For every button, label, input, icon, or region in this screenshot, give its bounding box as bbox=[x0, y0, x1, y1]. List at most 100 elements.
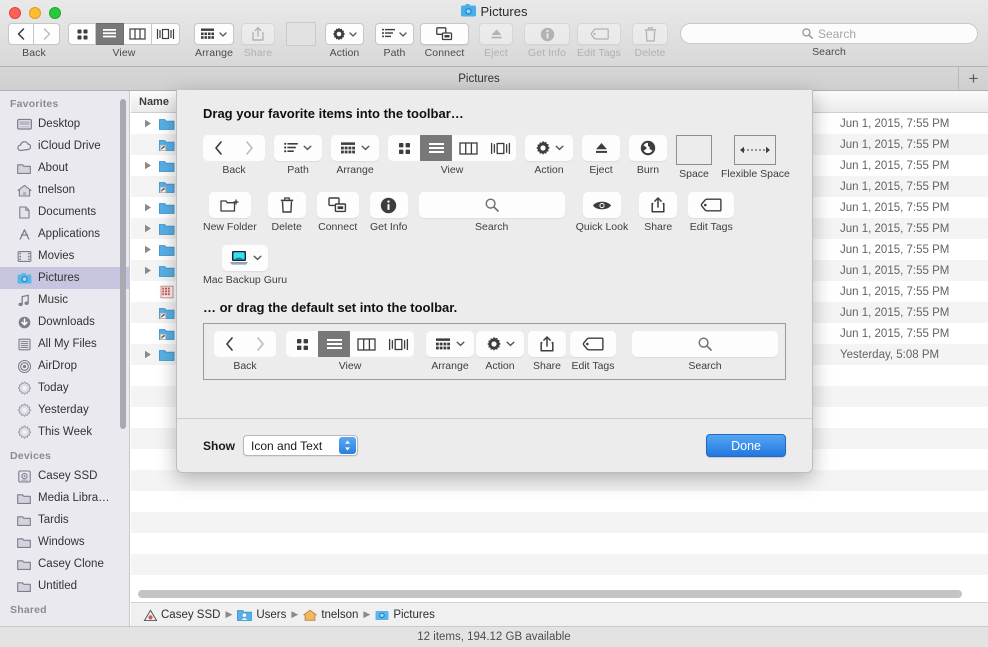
default-toolbar-set[interactable]: Back View Arrange Action Share Edit Tags Searc… bbox=[203, 323, 786, 380]
palette-space-item[interactable] bbox=[676, 135, 712, 165]
edit-tags-button[interactable] bbox=[577, 23, 621, 45]
eject-button[interactable] bbox=[479, 23, 513, 45]
sidebar-item-downloads[interactable]: Downloads bbox=[0, 311, 129, 333]
delete-button[interactable] bbox=[632, 23, 668, 45]
flexible-space-palette-item[interactable]: Flexible Space bbox=[721, 135, 790, 180]
sidebar-item-this-week[interactable]: This Week bbox=[0, 421, 129, 443]
sidebar-item-yesterday[interactable]: Yesterday bbox=[0, 399, 129, 421]
palette-back-button[interactable] bbox=[214, 331, 245, 357]
disclosure-triangle-icon[interactable] bbox=[144, 218, 153, 239]
palette-delete-button[interactable] bbox=[267, 192, 306, 218]
back-forward-palette-item[interactable]: Back bbox=[203, 135, 265, 176]
sidebar-item-documents[interactable]: Documents bbox=[0, 201, 129, 223]
disclosure-triangle-icon[interactable] bbox=[144, 155, 153, 176]
palette-view-column-button[interactable] bbox=[452, 135, 484, 161]
new-folder-palette-item[interactable]: New Folder bbox=[203, 192, 257, 233]
done-button[interactable]: Done bbox=[706, 434, 786, 457]
burn-palette-item[interactable]: Burn bbox=[629, 135, 667, 176]
view-icon-button[interactable] bbox=[68, 23, 96, 45]
palette-view-coverflow-button[interactable] bbox=[382, 331, 414, 357]
palette-view-list-button[interactable] bbox=[420, 135, 452, 161]
sidebar-item-icloud-drive[interactable]: iCloud Drive bbox=[0, 135, 129, 157]
palette-action-button[interactable] bbox=[476, 331, 524, 357]
sidebar-item-pictures[interactable]: Pictures bbox=[0, 267, 129, 289]
sidebar-item-media-libra[interactable]: Media Libra… bbox=[0, 487, 129, 509]
sidebar-item-untitled[interactable]: Untitled bbox=[0, 575, 129, 597]
sidebar-item-today[interactable]: Today bbox=[0, 377, 129, 399]
action-palette-item[interactable]: Action bbox=[525, 135, 573, 176]
sidebar-item-applications[interactable]: Applications bbox=[0, 223, 129, 245]
default-action-item[interactable]: Action bbox=[476, 331, 524, 372]
palette-eject-button[interactable] bbox=[582, 135, 620, 161]
sidebar-item-casey-clone[interactable]: Casey Clone bbox=[0, 553, 129, 575]
share-button[interactable] bbox=[241, 23, 275, 45]
palette-action-button[interactable] bbox=[525, 135, 573, 161]
sidebar-item-all-my-files[interactable]: All My Files bbox=[0, 333, 129, 355]
share-palette-item[interactable]: Share bbox=[639, 192, 678, 233]
search-input[interactable]: Search bbox=[680, 23, 978, 44]
default-edit-tags-item[interactable]: Edit Tags bbox=[570, 331, 616, 372]
breadcrumb-users[interactable]: Users bbox=[237, 608, 286, 621]
palette-view-column-button[interactable] bbox=[350, 331, 382, 357]
sidebar-item-tnelson[interactable]: tnelson bbox=[0, 179, 129, 201]
disclosure-triangle-icon[interactable] bbox=[144, 113, 153, 134]
palette-forward-button[interactable] bbox=[245, 331, 276, 357]
path-palette-item[interactable]: Path bbox=[274, 135, 322, 176]
palette-get-info-button[interactable] bbox=[369, 192, 408, 218]
default-back-item[interactable]: Back bbox=[214, 331, 276, 372]
palette-search-field[interactable] bbox=[632, 331, 778, 357]
breadcrumb-casey-ssd[interactable]: Casey SSD bbox=[143, 609, 220, 621]
horizontal-scrollbar[interactable] bbox=[138, 590, 962, 598]
palette-view-coverflow-button[interactable] bbox=[484, 135, 516, 161]
connect-palette-item[interactable]: Connect bbox=[316, 192, 359, 233]
palette-view-icon-button[interactable] bbox=[286, 331, 318, 357]
disclosure-triangle-icon[interactable] bbox=[144, 260, 153, 281]
view-list-button[interactable] bbox=[96, 23, 124, 45]
palette-flexible-space-item[interactable] bbox=[734, 135, 777, 165]
default-search-item[interactable]: Search bbox=[632, 331, 778, 372]
sidebar-item-tardis[interactable]: Tardis bbox=[0, 509, 129, 531]
sidebar-item-airdrop[interactable]: AirDrop bbox=[0, 355, 129, 377]
connect-button[interactable] bbox=[420, 23, 469, 45]
default-share-item[interactable]: Share bbox=[528, 331, 566, 372]
space-palette-item[interactable]: Space bbox=[676, 135, 712, 180]
forward-button[interactable] bbox=[34, 23, 60, 45]
edit-tags-palette-item[interactable]: Edit Tags bbox=[688, 192, 735, 233]
view-palette-item[interactable]: View bbox=[388, 135, 516, 176]
breadcrumb-pictures[interactable]: Pictures bbox=[375, 609, 435, 621]
breadcrumb-tnelson[interactable]: tnelson bbox=[303, 609, 358, 621]
palette-search-field[interactable] bbox=[418, 192, 565, 218]
palette-view-icon-button[interactable] bbox=[388, 135, 420, 161]
palette-forward-button[interactable] bbox=[234, 135, 265, 161]
new-tab-button[interactable]: + bbox=[958, 67, 988, 90]
view-column-button[interactable] bbox=[124, 23, 152, 45]
arrange-button[interactable] bbox=[194, 23, 234, 45]
palette-path-button[interactable] bbox=[274, 135, 322, 161]
palette-edit-tags-button[interactable] bbox=[688, 192, 735, 218]
palette-quick-look-button[interactable] bbox=[582, 192, 621, 218]
palette-mac-backup-guru-button[interactable] bbox=[222, 245, 269, 271]
sidebar-item-casey-ssd[interactable]: Casey SSD bbox=[0, 465, 129, 487]
mac-backup-guru-palette-item[interactable]: Mac Backup Guru bbox=[203, 245, 287, 286]
palette-arrange-button[interactable] bbox=[331, 135, 379, 161]
sidebar-item-windows[interactable]: Windows bbox=[0, 531, 129, 553]
disclosure-triangle-icon[interactable] bbox=[144, 344, 153, 365]
search-palette-item[interactable]: Search bbox=[418, 192, 565, 233]
eject-palette-item[interactable]: Eject bbox=[582, 135, 620, 176]
palette-share-button[interactable] bbox=[528, 331, 566, 357]
palette-back-button[interactable] bbox=[203, 135, 234, 161]
view-coverflow-button[interactable] bbox=[152, 23, 180, 45]
palette-new-folder-button[interactable] bbox=[208, 192, 251, 218]
back-button[interactable] bbox=[8, 23, 34, 45]
default-view-item[interactable]: View bbox=[286, 331, 414, 372]
sidebar-item-about[interactable]: About bbox=[0, 157, 129, 179]
tab-pictures[interactable]: Pictures bbox=[0, 67, 958, 90]
palette-view-list-button[interactable] bbox=[318, 331, 350, 357]
sidebar-item-movies[interactable]: Movies bbox=[0, 245, 129, 267]
palette-arrange-button[interactable] bbox=[426, 331, 474, 357]
palette-burn-button[interactable] bbox=[629, 135, 667, 161]
path-button[interactable] bbox=[375, 23, 414, 45]
get-info-palette-item[interactable]: Get Info bbox=[369, 192, 408, 233]
delete-palette-item[interactable]: Delete bbox=[267, 192, 306, 233]
palette-share-button[interactable] bbox=[639, 192, 678, 218]
